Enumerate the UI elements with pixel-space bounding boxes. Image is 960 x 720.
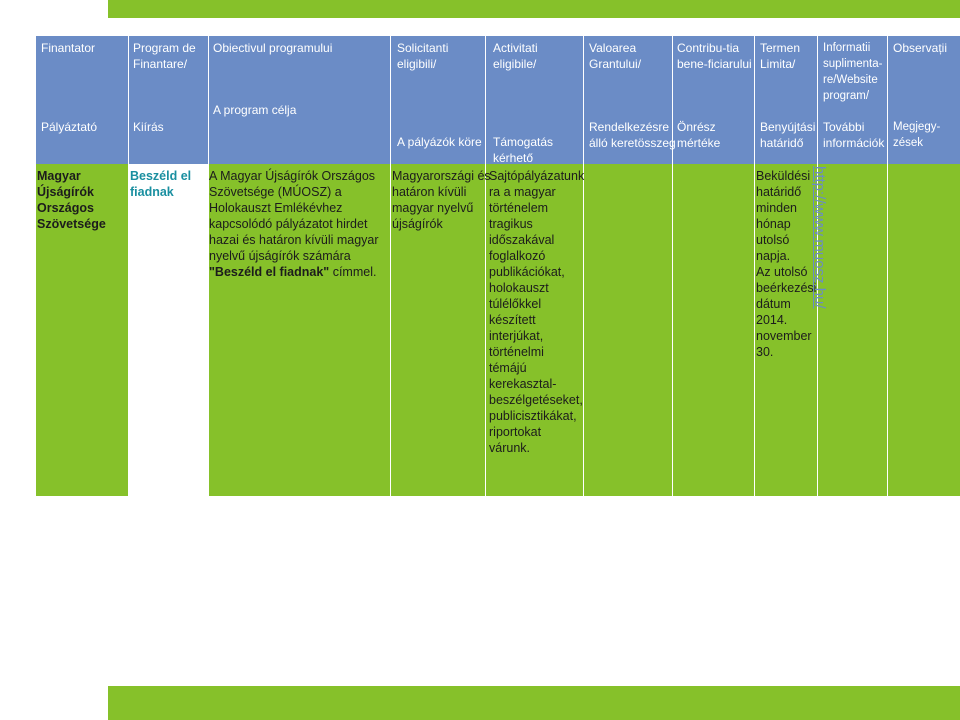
cell-palyaztato: Magyar Újságírók Országos Szövetsége bbox=[37, 169, 106, 231]
header-valoarea: Valoarea Grantului/ bbox=[589, 41, 642, 71]
cell-tamogatas: Sajtópályázatunk ra a magyar történelem … bbox=[489, 169, 585, 455]
header-activitati: Activitati eligibile/ bbox=[493, 41, 538, 71]
header-contributia: Contribu-tia bene-ficiarului bbox=[677, 41, 752, 71]
column-divider bbox=[887, 36, 888, 496]
header-onresz: Önrész mértéke bbox=[677, 120, 721, 150]
header-termen: Termen Limita/ bbox=[760, 41, 801, 71]
header-solicitanti: Solicitanti eligibili/ bbox=[397, 41, 449, 71]
header-kiiras: Kiírás bbox=[133, 120, 164, 134]
cell-kiiras: Beszéld el fiadnak bbox=[130, 169, 192, 199]
column-divider bbox=[672, 36, 673, 496]
header-palyazok-kore: A pályázók köre bbox=[397, 135, 482, 149]
website-url[interactable]: http://www.muosz.hu/ bbox=[811, 166, 828, 309]
column-divider bbox=[485, 36, 486, 496]
program-celja-text: A Magyar Újságírók Országos Szövetsége (… bbox=[209, 169, 379, 263]
header-obiectiv: Obiectivul programului bbox=[213, 41, 333, 55]
bottom-accent-bar bbox=[108, 686, 960, 720]
header-tovabbi: További információk bbox=[823, 120, 885, 150]
header-palyaztato: Pályáztató bbox=[41, 120, 98, 134]
header-program-celja: A program célja bbox=[213, 103, 297, 117]
header-observatii: Observații bbox=[893, 41, 948, 55]
kiiras-cell bbox=[128, 164, 208, 496]
cell-program-celja: A Magyar Újságírók Országos Szövetsége (… bbox=[209, 168, 389, 280]
header-tamogatas: Támogatás kérhető bbox=[493, 135, 554, 165]
header-megjegyzesek: Megjegy- zések bbox=[893, 121, 941, 149]
program-celja-suffix: címmel. bbox=[329, 265, 377, 279]
website-link[interactable]: http://www.muosz.hu/ bbox=[804, 166, 828, 309]
column-divider bbox=[754, 36, 755, 496]
header-rendelkezesre: Rendelkezésre álló keretösszeg bbox=[589, 120, 676, 150]
top-accent-bar bbox=[108, 0, 960, 18]
column-divider bbox=[390, 36, 391, 496]
column-divider bbox=[128, 36, 129, 496]
header-program: Program de Finantare/ bbox=[133, 41, 196, 71]
header-finantator: Finantator bbox=[41, 41, 96, 55]
program-title: "Beszéld el fiadnak" bbox=[209, 265, 330, 279]
cell-palyazok-kore: Magyarországi és határon kívüli magyar n… bbox=[392, 169, 491, 231]
header-informatii: Informatii suplimenta- re/Website progra… bbox=[823, 42, 883, 102]
header-benyujtasi: Benyújtási határidő bbox=[760, 120, 816, 150]
